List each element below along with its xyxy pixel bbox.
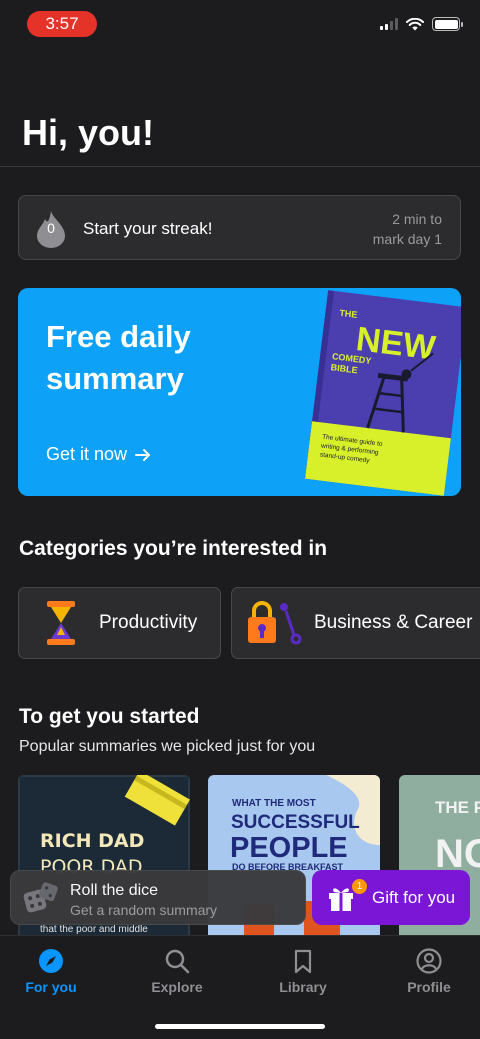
- promo-cta-label: Get it now: [46, 444, 128, 464]
- book-2-line2: PEOPLE: [230, 832, 348, 864]
- get-it-now-link[interactable]: Get it now: [46, 444, 151, 465]
- gift-badge: 1: [352, 879, 367, 894]
- arrow-right-icon: [135, 448, 151, 461]
- header-divider: [0, 166, 480, 167]
- tab-label: For you: [25, 979, 77, 995]
- cellular-signal-icon: [380, 18, 398, 30]
- comedy-bible-book-cover: THE NEW COMEDY BIBLE The ultimate guide …: [304, 290, 461, 496]
- promo-title: Free daily summary: [46, 319, 191, 396]
- streak-title: Start your streak!: [83, 219, 213, 238]
- streak-note: 2 min to mark day 1: [373, 209, 442, 249]
- search-icon: [165, 949, 190, 974]
- home-indicator[interactable]: [155, 1024, 325, 1029]
- padlock-key-icon: [248, 601, 302, 645]
- dice-icon: [23, 882, 58, 913]
- streak-card[interactable]: 0 Start your streak! 2 min to mark day 1: [18, 195, 461, 260]
- category-label: Productivity: [99, 612, 198, 633]
- book-2-line1: SUCCESSFUL: [231, 812, 360, 833]
- tab-for-you[interactable]: For you: [1, 948, 101, 995]
- status-bar: 3:57: [0, 0, 480, 48]
- started-heading: To get you started: [19, 705, 200, 728]
- bookmark-icon: [294, 949, 312, 974]
- book-3-line1: THE P: [435, 798, 480, 817]
- profile-icon: [416, 948, 442, 974]
- book-2-line0: WHAT THE MOST: [232, 798, 316, 809]
- page-title: Hi, you!: [22, 112, 154, 153]
- category-business-career[interactable]: Business & Career: [231, 587, 480, 659]
- dice-title: Roll the dice: [70, 882, 159, 899]
- category-productivity[interactable]: Productivity: [18, 587, 221, 659]
- streak-note-line2: mark day 1: [372, 231, 442, 247]
- streak-note-line1: 2 min to: [392, 211, 442, 227]
- category-label: Business & Career: [314, 612, 473, 633]
- roll-the-dice-button[interactable]: Roll the dice Get a random summary: [10, 870, 306, 925]
- tab-explore[interactable]: Explore: [127, 948, 227, 995]
- wifi-icon: [406, 17, 424, 30]
- book-the: THE: [339, 308, 358, 320]
- book-1-caption: that the poor and middle: [40, 924, 148, 935]
- tab-label: Profile: [407, 979, 451, 995]
- gift-label: Gift for you: [372, 888, 456, 907]
- hourglass-icon: [47, 601, 75, 645]
- free-daily-summary-card[interactable]: Free daily summary Get it now THE NEW CO…: [18, 288, 461, 496]
- tab-library[interactable]: Library: [253, 948, 353, 995]
- tab-label: Library: [279, 979, 327, 995]
- tab-profile[interactable]: Profile: [379, 948, 479, 995]
- status-icons: [380, 17, 463, 31]
- categories-heading: Categories you’re interested in: [19, 537, 328, 560]
- compass-icon: [39, 949, 63, 973]
- battery-icon: [432, 17, 463, 31]
- book-1-line1: RICH DAD: [40, 830, 144, 852]
- tab-label: Explore: [151, 979, 203, 995]
- gift-for-you-button[interactable]: 1 Gift for you: [312, 870, 470, 925]
- status-time: 3:57: [27, 11, 97, 37]
- streak-count: 0: [47, 220, 55, 236]
- started-subtitle: Popular summaries we picked just for you: [19, 738, 316, 755]
- dice-subtitle: Get a random summary: [70, 902, 218, 918]
